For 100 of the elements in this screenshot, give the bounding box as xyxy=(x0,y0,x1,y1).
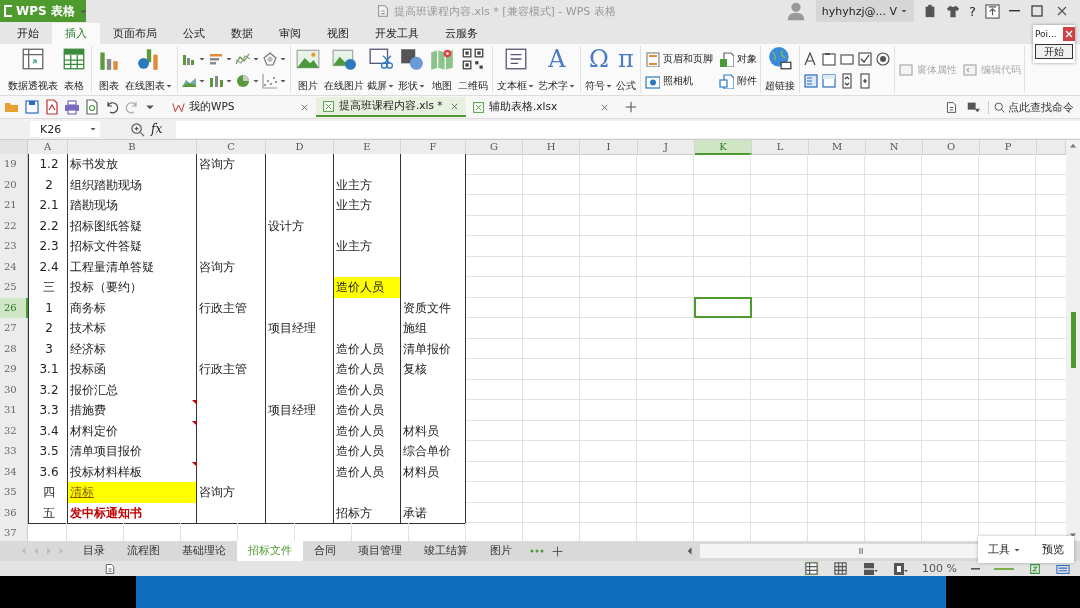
sheet-tab[interactable]: 图片 xyxy=(479,541,523,561)
table-cell: 1 xyxy=(28,297,68,319)
close-button[interactable] xyxy=(1063,27,1075,41)
column-header[interactable]: H xyxy=(523,140,580,155)
tools-button[interactable]: 工具 xyxy=(988,542,1022,557)
column-header[interactable]: M xyxy=(809,140,866,155)
table-cell: 发中标通知书 xyxy=(68,502,197,524)
menu-tab[interactable]: 开发工具 xyxy=(362,23,432,44)
search-icon xyxy=(993,100,1006,114)
column-header[interactable]: P xyxy=(980,140,1037,155)
spreadsheet-icon xyxy=(322,99,335,113)
minimize-icon[interactable] xyxy=(1009,10,1020,12)
table-cell: 3 xyxy=(28,338,68,360)
row-header[interactable]: 32 xyxy=(0,420,28,442)
function-button[interactable]: fx xyxy=(151,122,163,136)
scrollbar-thumb[interactable] xyxy=(1071,312,1076,368)
help-button[interactable]: ? xyxy=(969,3,976,19)
table-cell: 标书发放 xyxy=(68,154,197,176)
ribbon-button[interactable]: 地图 xyxy=(428,46,456,93)
table-cell: 2.2 xyxy=(28,215,68,237)
document-tab[interactable]: 提高班课程内容.xls * xyxy=(316,97,466,117)
sheet-tab[interactable]: 项目管理 xyxy=(347,541,413,561)
row-header[interactable]: 29 xyxy=(0,359,28,381)
sheet-tab[interactable]: 竣工结算 xyxy=(413,541,479,561)
ribbon-button[interactable]: 页眉和页脚 xyxy=(644,47,713,70)
ribbon-button[interactable]: 附件 xyxy=(718,69,757,92)
ribbon-button[interactable]: 在线图表 xyxy=(124,46,174,93)
row-header[interactable]: 34 xyxy=(0,461,28,483)
menu-tab[interactable]: 数据 xyxy=(218,23,266,44)
formula-input[interactable] xyxy=(176,120,1080,138)
row-header[interactable]: 33 xyxy=(0,441,28,463)
ribbon-button[interactable]: 截屏 xyxy=(366,46,396,93)
row-header[interactable]: 26 xyxy=(0,297,28,319)
column-header[interactable]: L xyxy=(752,140,809,155)
ribbon-button[interactable]: 二维码 xyxy=(457,46,489,93)
row-header[interactable]: 27 xyxy=(0,318,28,340)
menu-tab[interactable]: 插入 xyxy=(52,23,100,44)
row-header[interactable]: 21 xyxy=(0,195,28,217)
menu-tab[interactable]: 视图 xyxy=(314,23,362,44)
pie-chart-icon xyxy=(235,72,251,89)
row-header[interactable]: 22 xyxy=(0,215,28,237)
ribbon-button[interactable]: 数据透视表 xyxy=(7,46,59,93)
ribbon-button[interactable]: 在线图片 xyxy=(323,46,365,93)
sheet-tab[interactable]: 招标文件 xyxy=(237,541,303,561)
ribbon-button[interactable]: A 艺术字 xyxy=(537,46,577,93)
row-header[interactable]: 37 xyxy=(0,523,28,541)
ribbon-button[interactable]: 照相机 xyxy=(644,69,713,92)
row-header[interactable]: 24 xyxy=(0,256,28,278)
start-button[interactable]: 开始 xyxy=(1035,44,1073,59)
app-menu-button[interactable]: WPS 表格 xyxy=(0,0,86,22)
sheet-tab[interactable]: 基础理论 xyxy=(171,541,237,561)
menu-tab[interactable]: 开始 xyxy=(4,23,52,44)
ribbon-button[interactable]: 对象 xyxy=(718,47,757,70)
menu-tab[interactable]: 公式 xyxy=(170,23,218,44)
document-tab[interactable]: 我的WPS xyxy=(166,97,316,117)
row-header[interactable]: 25 xyxy=(0,277,28,299)
menu-tab[interactable]: 页面布局 xyxy=(100,23,170,44)
upload-icon xyxy=(985,3,1000,19)
column-header[interactable]: J xyxy=(638,140,695,155)
ribbon-button[interactable]: 形状 xyxy=(397,46,427,93)
table-cell: 造价人员 xyxy=(334,400,401,422)
ribbon-button[interactable]: 图表 xyxy=(95,46,123,93)
column-header[interactable]: O xyxy=(923,140,980,155)
column-header[interactable]: N xyxy=(866,140,923,155)
row-header[interactable]: 23 xyxy=(0,236,28,258)
column-header[interactable]: K xyxy=(695,140,752,155)
sheet-tab[interactable]: 目录 xyxy=(72,541,116,561)
ribbon-button[interactable]: 文本框 xyxy=(496,46,536,93)
normal-view-icon xyxy=(804,561,820,576)
ribbon-button[interactable]: Ω 符号 xyxy=(584,46,614,93)
row-header[interactable]: 28 xyxy=(0,338,28,360)
preview-button[interactable]: 预览 xyxy=(1041,542,1064,557)
row-header[interactable]: 31 xyxy=(0,400,28,422)
row-header[interactable]: 30 xyxy=(0,379,28,401)
selected-cell[interactable] xyxy=(694,296,752,318)
ribbon-button[interactable]: 表格 xyxy=(60,46,88,93)
sheet-tab[interactable]: 流程图 xyxy=(116,541,171,561)
sheet-tab[interactable]: 合同 xyxy=(303,541,347,561)
table-cell xyxy=(334,154,401,176)
row-header[interactable]: 36 xyxy=(0,502,28,524)
zoom-out-icon[interactable] xyxy=(971,567,980,570)
menu-tab[interactable]: 云服务 xyxy=(432,23,491,44)
search-field[interactable]: 点此查找命令 xyxy=(988,100,1080,114)
zoom-level[interactable]: 100 % xyxy=(922,562,957,575)
row-header[interactable]: 19 xyxy=(0,154,28,176)
document-tab[interactable]: 辅助表格.xlsx xyxy=(466,97,616,117)
table-cell xyxy=(334,297,401,319)
table-cell: 措施费 xyxy=(68,400,197,422)
ribbon-button[interactable]: π 公式 xyxy=(615,46,637,93)
ribbon-button[interactable]: 图片 xyxy=(294,46,322,93)
menu-tab[interactable]: 审阅 xyxy=(266,23,314,44)
column-header[interactable]: G xyxy=(466,140,523,155)
account-button[interactable]: hyhyhzj@... V xyxy=(815,0,915,22)
link-cell[interactable]: 清标 xyxy=(68,482,197,504)
ribbon-button[interactable]: 超链接 xyxy=(764,46,796,93)
column-header[interactable]: I xyxy=(580,140,638,155)
row-header[interactable]: 35 xyxy=(0,482,28,504)
row-header[interactable]: 20 xyxy=(0,174,28,196)
table-cell: 1.2 xyxy=(28,154,68,176)
name-box[interactable]: K26 xyxy=(30,121,100,137)
